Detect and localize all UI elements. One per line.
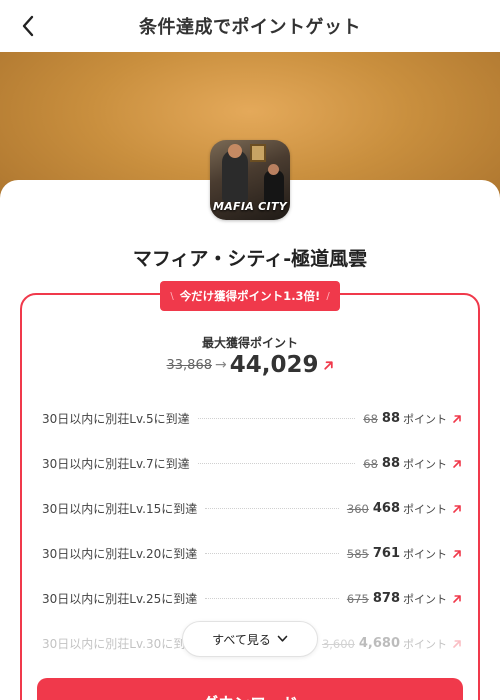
task-new-points: 761	[372, 546, 400, 561]
max-points-new: 44,029	[229, 352, 319, 378]
task-unit: ポイント	[403, 457, 447, 471]
task-old-points: 3,600	[321, 636, 355, 651]
task-row: 30日以内に別荘Lv.20に到達 585 761 ポイント	[42, 531, 462, 576]
max-points-old: 33,868	[166, 357, 213, 373]
arrow-up-right-icon	[453, 594, 461, 603]
task-row: 30日以内に別荘Lv.25に到達 675 878 ポイント	[42, 576, 462, 621]
arrow-up-right-icon	[453, 504, 461, 513]
task-old-points: 68	[363, 411, 378, 426]
task-unit: ポイント	[403, 637, 447, 651]
task-unit: ポイント	[403, 502, 447, 516]
arrow-up-right-icon	[453, 414, 461, 423]
task-unit: ポイント	[403, 412, 447, 426]
character-head	[228, 144, 242, 158]
character-figure-2	[264, 170, 284, 204]
back-button[interactable]	[14, 12, 42, 40]
character-head-2	[268, 164, 279, 175]
arrow-right-icon: →	[215, 357, 227, 373]
task-new-points: 88	[381, 456, 400, 471]
promo-slash-left: \	[170, 290, 174, 302]
header: 条件達成でポイントゲット	[0, 0, 500, 52]
app-icon-logo: MAFIA CITY	[212, 200, 288, 213]
task-name: 30日以内に別荘Lv.7に到達	[42, 457, 190, 471]
arrow-up-right-icon	[453, 549, 461, 558]
task-name: 30日以内に別荘Lv.25に到達	[42, 592, 198, 606]
download-label: ダウンロード	[202, 690, 298, 700]
task-old-points: 675	[346, 591, 369, 606]
max-points-row: 33,868 → 44,029	[0, 352, 500, 378]
task-name: 30日以内に別荘Lv.15に到達	[42, 502, 198, 516]
picture-frame-decoration	[250, 144, 266, 162]
dotted-divider	[197, 418, 356, 419]
task-old-points: 360	[346, 501, 369, 516]
task-name: 30日以内に別荘Lv.20に到達	[42, 547, 198, 561]
app-icon[interactable]: MAFIA CITY	[210, 140, 290, 220]
chevron-down-icon	[277, 635, 288, 642]
task-new-points: 878	[372, 591, 400, 606]
task-name: 30日以内に別荘Lv.30に到達	[42, 637, 198, 651]
see-all-label: すべて見る	[212, 632, 271, 647]
task-new-points: 4,680	[358, 636, 400, 651]
task-unit: ポイント	[403, 592, 447, 606]
arrow-up-right-icon	[453, 639, 461, 648]
dotted-divider	[205, 553, 339, 554]
task-row: 30日以内に別荘Lv.5に到達 68 88 ポイント	[42, 396, 462, 441]
promo-label: 今だけ獲得ポイント1.3倍!	[179, 289, 321, 303]
dotted-divider	[205, 508, 339, 509]
task-old-points: 585	[346, 546, 369, 561]
promo-badge: \ 今だけ獲得ポイント1.3倍! /	[160, 281, 340, 311]
page-title: 条件達成でポイントゲット	[139, 17, 361, 38]
max-points-label: 最大獲得ポイント	[201, 336, 298, 350]
task-unit: ポイント	[403, 547, 447, 561]
dotted-divider	[205, 598, 339, 599]
task-new-points: 88	[381, 411, 400, 426]
task-new-points: 468	[372, 501, 400, 516]
task-old-points: 68	[363, 456, 378, 471]
task-row: 30日以内に別荘Lv.7に到達 68 88 ポイント	[42, 441, 462, 486]
task-row: 30日以内に別荘Lv.15に到達 360 468 ポイント	[42, 486, 462, 531]
see-all-button[interactable]: すべて見る	[182, 621, 318, 657]
task-name: 30日以内に別荘Lv.5に到達	[42, 412, 190, 426]
arrow-up-right-icon	[453, 459, 461, 468]
arrow-up-right-icon	[323, 360, 333, 370]
download-button[interactable]: ダウンロード	[37, 678, 463, 700]
promo-slash-right: /	[326, 290, 330, 302]
chevron-left-icon	[22, 15, 34, 37]
app-name: マフィア・シティ-極道風雲	[132, 248, 368, 270]
dotted-divider	[197, 463, 356, 464]
